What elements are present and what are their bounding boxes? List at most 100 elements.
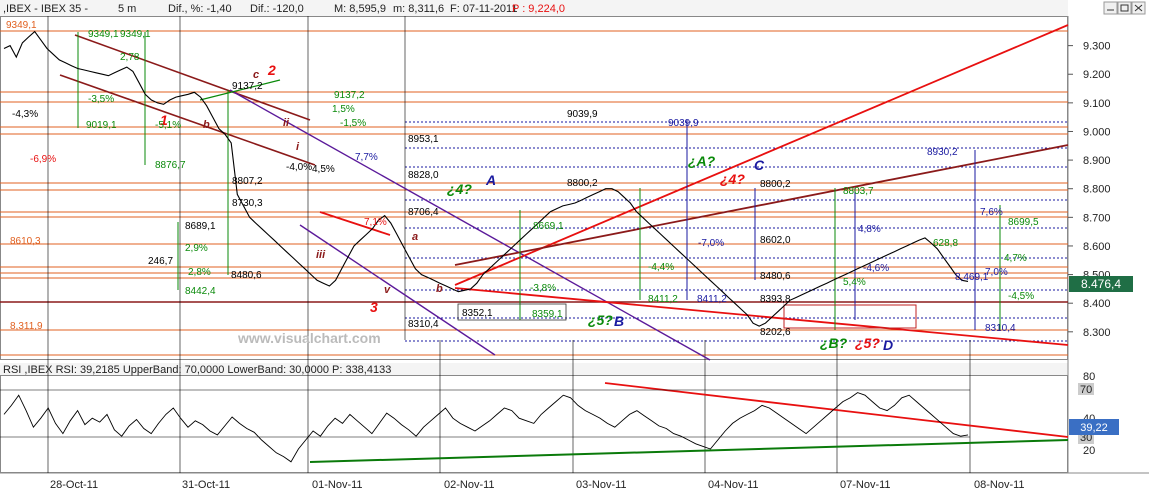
pct-label: 2,8% [188,267,211,278]
price-label: 8310,4 [985,323,1016,334]
date-label: 01-Nov-11 [312,479,363,491]
price-label: 8699,5 [1008,217,1039,228]
price-axis-label: 8.600 [1083,241,1111,253]
price-label: 8,469,1 [955,272,989,283]
wave-label: ii [283,117,290,129]
wave-label: b [203,119,210,131]
price-label: 8730,3 [232,198,263,209]
price-label: 9349,1 [6,20,37,31]
date-label: 07-Nov-11 [840,479,891,491]
pct-label: -7,0% [698,238,724,249]
price-label: 8411,2 [697,294,727,305]
price-label: 246,7 [148,256,173,267]
price-label: 9039,9 [567,109,598,120]
rsi-tick-80: 80 [1083,371,1095,383]
price-label: 8,311,9 [10,321,43,332]
price-axis-label: 9.200 [1083,69,1111,81]
pct-label: 5,4% [843,277,866,288]
header-dif-abs: Dif.: -120,0 [250,3,304,15]
header-high: M: 8,595,9 [334,3,386,15]
wave-label: D [883,337,893,353]
pct-label: -3,8% [530,283,556,294]
header-dif-pct: Dif., %: -1,40 [168,3,232,15]
wave-label: ¿4? [720,171,745,187]
price-label: 8352,1 [462,308,493,319]
wave-label: C [754,157,765,173]
price-label: 8669,1 [533,221,564,232]
price-axis-label: 9.300 [1083,41,1111,53]
header-interval: 5 m [118,3,136,15]
price-label: 9349,1 [120,29,151,40]
price-label: 9019,1 [86,120,117,131]
price-label: 8800,2 [567,178,598,189]
price-label: 628,8 [933,238,958,249]
wave-label: ¿5? [855,335,880,351]
pct-label: -4,5% [1008,291,1034,302]
price-label: 8800,2 [760,179,791,190]
price-axis-label: 9.100 [1083,98,1111,110]
wave-label: v [384,284,391,296]
pct-label: -4,4% [648,262,674,273]
price-label: 8876,7 [155,160,186,171]
price-label: 8480,6 [760,271,791,282]
pct-label: 2,9% [185,243,208,254]
pct-label: 7,7% [355,152,378,163]
header: ,IBEX - IBEX 35 - 5 m Dif., %: -1,40 Dif… [3,3,565,15]
date-label: 02-Nov-11 [444,479,495,491]
price-axis-label: 8.900 [1083,155,1111,167]
price-label: 9137,2 [232,81,263,92]
price-label: 8310,4 [408,319,439,330]
price-axis-label: 8.400 [1083,298,1111,310]
rsi-value-label: 39,22 [1080,422,1108,434]
price-label: 8930,2 [927,147,958,158]
pct-label: 4,8% [858,224,881,235]
header-prev: P : 9,224,0 [512,3,565,15]
price-label: 8953,1 [408,134,439,145]
pct-label: 7,6% [980,207,1003,218]
price-label: 9137,2 [334,90,365,101]
chart-canvas: ,IBEX - IBEX 35 - 5 m Dif., %: -1,40 Dif… [0,0,1149,495]
pct-label: -1,5% [340,118,366,129]
price-axis-label: 8.700 [1083,212,1111,224]
price-label: 8442,4 [185,286,216,297]
wave-label: ¿B? [820,335,848,351]
wave-label: a [412,231,418,243]
wave-label: c [253,69,259,81]
price-label: 8602,0 [760,235,791,246]
rsi-tick-70: 70 [1080,384,1092,396]
pct-label: -6,9% [30,154,56,165]
pct-label: 7,1% [364,217,387,228]
pct-label: 2,78 [120,52,140,63]
wave-label: 2 [267,62,276,78]
pct-label: 1,5% [332,104,355,115]
rsi-title: RSI ,IBEX RSI: 39,2185 UpperBand: 70,000… [3,364,391,376]
wave-label: iii [316,249,326,261]
header-instrument: ,IBEX - IBEX 35 - [3,3,88,15]
last-price-value: 8.476,4 [1081,277,1121,291]
wave-label: ¿4? [447,181,472,197]
date-label: 28-Oct-11 [50,479,98,491]
header-close: F: 07-11-2011 [450,3,517,15]
price-label: 8689,1 [185,221,216,232]
wave-label: A [485,172,496,188]
wave-label: ¿A? [688,153,716,169]
price-label: 8706,4 [408,207,439,218]
price-label: 8411,2 [648,294,678,305]
wave-label: b [436,283,443,295]
price-label: 9039,9 [668,118,699,129]
price-label: 9349,1 [88,29,119,40]
price-label: 8480,6 [231,270,262,281]
rsi-tick-20: 20 [1083,445,1095,457]
price-label: 8359,1 [532,309,563,320]
minimize-button[interactable] [1103,1,1118,15]
price-axis-label: 9.000 [1083,126,1111,138]
pct-label: 4,5% [312,164,335,175]
window-controls [1103,1,1146,15]
price-label: 8828,0 [408,170,439,181]
date-label: 08-Nov-11 [974,479,1025,491]
maximize-button[interactable] [1117,1,1132,15]
pct-label: 4,7% [1004,253,1027,264]
chart-background [0,0,1149,495]
pct-label: -4,0% [286,162,312,173]
header-low: m: 8,311,6 [393,3,444,15]
